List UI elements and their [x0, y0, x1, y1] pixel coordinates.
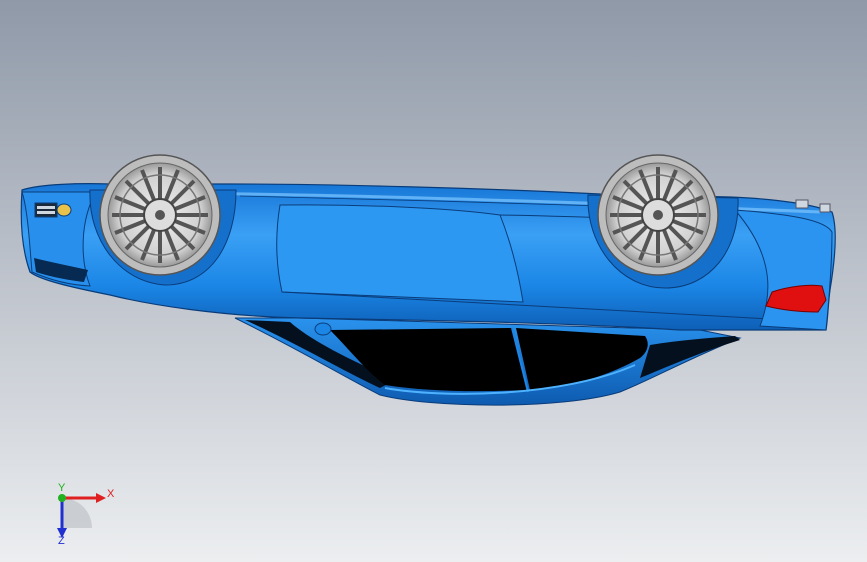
y-axis-label: Y	[58, 482, 66, 494]
rear-light	[56, 203, 72, 217]
front-wheel	[597, 154, 719, 276]
x-axis-label: X	[107, 488, 115, 500]
door-panel	[276, 204, 524, 303]
triad-shadow	[62, 498, 92, 528]
rear-wheel	[99, 154, 221, 276]
y-axis-dot	[58, 494, 66, 502]
license-plate	[34, 202, 58, 218]
graphics-viewport[interactable]: X Z Y	[0, 0, 867, 562]
greenhouse	[234, 317, 742, 406]
car-model[interactable]	[0, 0, 867, 562]
z-axis-label: Z	[58, 535, 65, 547]
coordinate-triad: X Z Y	[57, 482, 115, 547]
x-axis-arrow	[96, 493, 106, 503]
side-mirror	[314, 322, 332, 336]
